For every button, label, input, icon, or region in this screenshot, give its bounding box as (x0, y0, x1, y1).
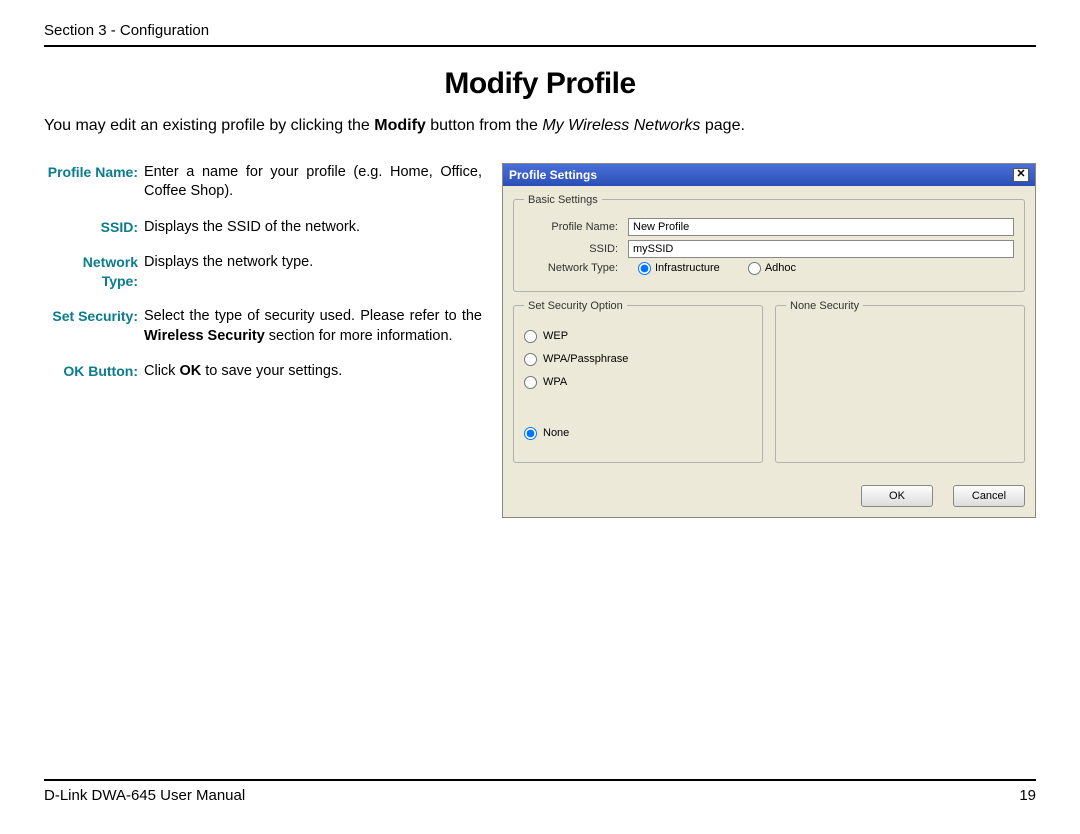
def-text: Select the type of security used. Please… (144, 307, 482, 346)
radio-label: Adhoc (765, 262, 796, 274)
intro-paragraph: You may edit an existing profile by clic… (44, 115, 1036, 137)
cancel-button[interactable]: Cancel (953, 485, 1025, 507)
def-label: Profile Name: (44, 163, 144, 202)
def-ok-button: OK Button: Click OK to save your setting… (44, 362, 482, 382)
dialog-titlebar: Profile Settings ✕ (503, 164, 1035, 186)
footer-page-number: 19 (1019, 787, 1036, 804)
def-text-bold: Wireless Security (144, 328, 265, 344)
radio-label: Infrastructure (655, 262, 720, 274)
profile-name-input[interactable] (628, 218, 1014, 236)
security-wpa-passphrase[interactable]: WPA/Passphrase (524, 353, 752, 366)
ssid-input[interactable] (628, 240, 1014, 258)
intro-pre: You may edit an existing profile by clic… (44, 117, 374, 134)
radio-label: WEP (543, 330, 568, 342)
network-type-adhoc[interactable]: Adhoc (748, 262, 796, 275)
security-none[interactable]: None (524, 427, 752, 440)
network-type-label: Network Type: (524, 262, 628, 274)
def-network-type: Network Type: Displays the network type. (44, 253, 482, 291)
dialog-title: Profile Settings (509, 168, 597, 182)
security-wpa[interactable]: WPA (524, 376, 752, 389)
radio-infrastructure[interactable] (638, 262, 651, 275)
page-title: Modify Profile (44, 67, 1036, 101)
basic-settings-group: Basic Settings Profile Name: SSID: Netwo… (513, 194, 1025, 292)
network-type-infrastructure[interactable]: Infrastructure (638, 262, 720, 275)
profile-settings-dialog: Profile Settings ✕ Basic Settings Profil… (502, 163, 1036, 518)
def-text: Click OK to save your settings. (144, 362, 482, 382)
def-text-bold: OK (179, 363, 201, 379)
radio-wpa-pass[interactable] (524, 353, 537, 366)
footer-left: D-Link DWA-645 User Manual (44, 787, 245, 804)
profile-name-label: Profile Name: (524, 221, 628, 233)
radio-none[interactable] (524, 427, 537, 440)
definition-list: Profile Name: Enter a name for your prof… (44, 163, 482, 398)
page-footer: D-Link DWA-645 User Manual 19 (44, 779, 1036, 804)
intro-italic: My Wireless Networks (542, 117, 700, 134)
intro-mid: button from the (426, 117, 543, 134)
def-text-post: to save your settings. (201, 363, 342, 379)
def-text-pre: Select the type of security used. Please… (144, 308, 482, 324)
def-set-security: Set Security: Select the type of securit… (44, 307, 482, 346)
ssid-label: SSID: (524, 243, 628, 255)
close-icon[interactable]: ✕ (1013, 168, 1029, 182)
def-text: Displays the SSID of the network. (144, 218, 482, 238)
radio-label: WPA (543, 376, 567, 388)
radio-adhoc[interactable] (748, 262, 761, 275)
ok-button[interactable]: OK (861, 485, 933, 507)
def-ssid: SSID: Displays the SSID of the network. (44, 218, 482, 238)
radio-wep[interactable] (524, 330, 537, 343)
none-security-group: None Security (775, 300, 1025, 463)
def-text: Displays the network type. (144, 253, 482, 291)
def-text: Enter a name for your profile (e.g. Home… (144, 163, 482, 202)
radio-label: None (543, 427, 569, 439)
security-option-legend: Set Security Option (524, 300, 627, 312)
radio-wpa[interactable] (524, 376, 537, 389)
def-text-post: section for more information. (265, 328, 453, 344)
basic-settings-legend: Basic Settings (524, 194, 602, 206)
def-profile-name: Profile Name: Enter a name for your prof… (44, 163, 482, 202)
section-header: Section 3 - Configuration (44, 22, 1036, 47)
def-label: SSID: (44, 218, 144, 238)
security-wep[interactable]: WEP (524, 330, 752, 343)
def-text-pre: Click (144, 363, 179, 379)
def-label: Network Type: (44, 253, 144, 291)
intro-bold: Modify (374, 117, 426, 134)
def-label: OK Button: (44, 362, 144, 382)
radio-label: WPA/Passphrase (543, 353, 628, 365)
intro-post: page. (700, 117, 744, 134)
def-label: Set Security: (44, 307, 144, 346)
security-option-group: Set Security Option WEP WPA/Passphrase W… (513, 300, 763, 463)
none-security-legend: None Security (786, 300, 863, 312)
